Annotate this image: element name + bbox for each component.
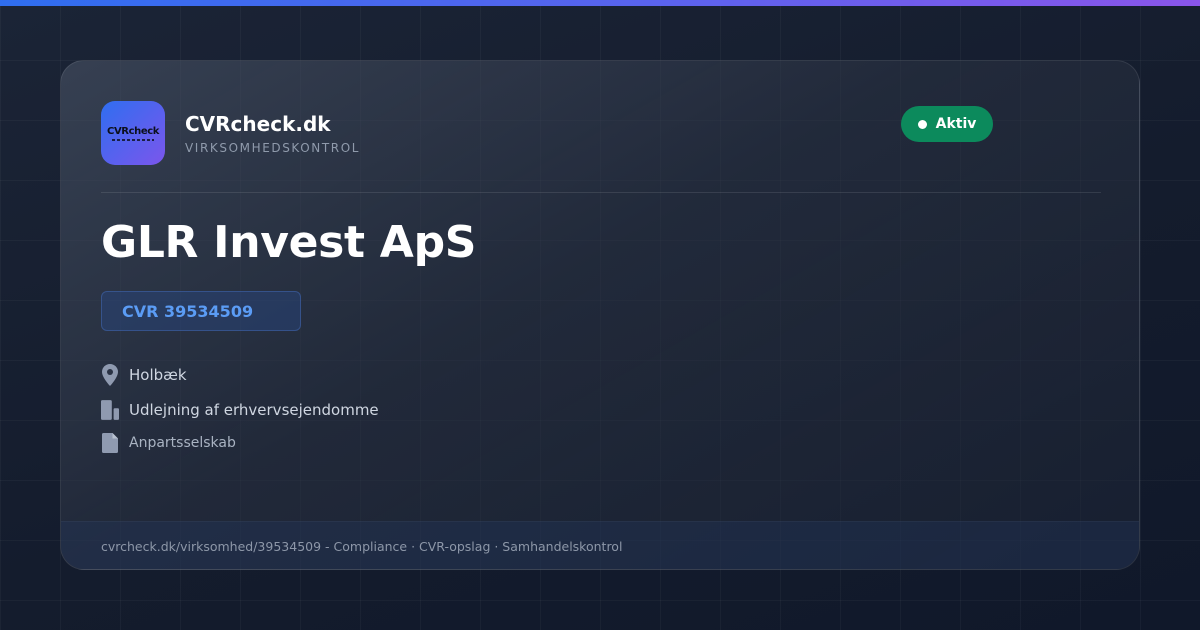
info-row-company-type: Anpartsselskab [101,431,236,455]
company-name: GLR Invest ApS [101,217,477,268]
location-label: Holbæk [129,366,187,384]
card-footer: cvrcheck.dk/virksomhed/39534509 - Compli… [61,521,1139,569]
company-card: CVRcheck CVRcheck.dk VIRKSOMHEDSKONTROL … [60,60,1140,570]
info-row-location: Holbæk [101,363,187,387]
top-accent-bar [0,0,1200,6]
brand-text: CVRcheck.dk VIRKSOMHEDSKONTROL [185,112,360,155]
cvr-number: CVR 39534509 [122,301,254,321]
brand-name[interactable]: CVRcheck.dk [185,112,360,136]
brand-header: CVRcheck CVRcheck.dk VIRKSOMHEDSKONTROL [101,101,360,165]
header-divider [101,192,1101,193]
status-label: Aktiv [935,116,977,132]
logo-underline-decoration [112,138,154,141]
brand-tagline: VIRKSOMHEDSKONTROL [185,140,361,155]
footer-text: cvrcheck.dk/virksomhed/39534509 - Compli… [101,539,623,554]
logo-wordmark: CVRcheck [107,125,159,137]
cvr-badge[interactable]: CVR 39534509 [101,291,301,331]
document-icon [101,432,119,454]
status-badge: Aktiv [901,106,993,142]
company-type-label: Anpartsselskab [129,435,236,451]
info-row-industry: Udlejning af erhvervsejendomme [101,398,379,422]
map-pin-icon [101,364,119,386]
building-icon [101,399,119,421]
industry-label: Udlejning af erhvervsejendomme [129,401,379,419]
brand-logo[interactable]: CVRcheck [101,101,165,165]
status-dot-icon [917,119,927,129]
